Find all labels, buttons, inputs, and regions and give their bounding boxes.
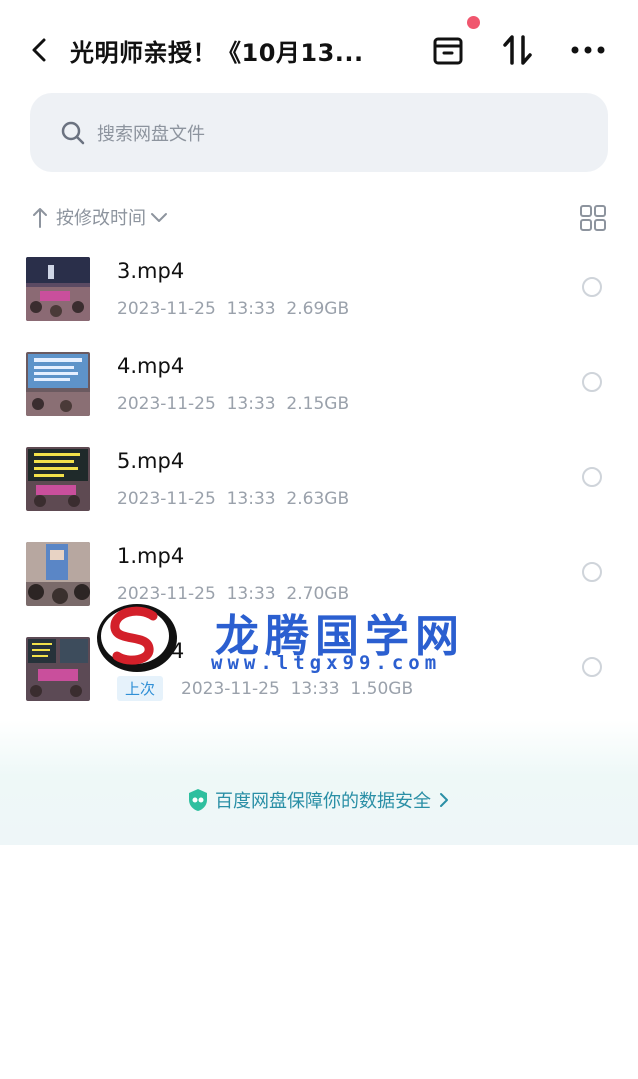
top-bar: 光明师亲授！《10月13... [0,0,638,100]
page-title: 光明师亲授！《10月13... [70,39,364,67]
grid-view-icon [580,205,606,231]
file-meta: 2023-11-25 13:33 2.69GB [117,299,350,319]
select-radio[interactable] [582,467,602,487]
transfer-button[interactable] [496,28,540,72]
notification-dot [467,16,480,29]
file-meta: 2023-11-25 13:33 2.63GB [117,489,350,509]
archive-button[interactable] [426,28,470,72]
video-thumbnail [26,257,90,321]
security-link[interactable]: 百度网盘保障你的数据安全 [0,787,638,813]
transfer-arrows-icon [503,35,532,65]
sort-selector[interactable]: 按修改时间 [30,202,170,232]
more-button[interactable] [566,28,610,72]
watermark-url: www.ltgx99.com [211,652,442,674]
file-name: 1.mp4 [117,544,185,568]
search-placeholder: 搜索网盘文件 [97,124,205,145]
search-icon [61,121,85,145]
footer-band [0,720,638,845]
chevron-down-icon [151,213,167,222]
file-name: 5.mp4 [117,449,185,473]
shield-icon [189,789,208,811]
sort-label: 按修改时间 [56,208,146,229]
list-item[interactable]: 3.mp4 2023-11-25 13:33 2.69GB [0,257,638,347]
video-thumbnail [26,352,90,416]
more-dots-icon [571,46,605,54]
list-item[interactable]: 4.mp4 2023-11-25 13:33 2.15GB [0,352,638,442]
select-radio[interactable] [582,372,602,392]
video-thumbnail [26,637,90,701]
video-thumbnail [26,542,90,606]
video-thumbnail [26,447,90,511]
file-name: 4.mp4 [117,354,185,378]
file-name: 3.mp4 [117,259,185,283]
list-item[interactable]: 5.mp4 2023-11-25 13:33 2.63GB [0,447,638,537]
file-meta: 2023-11-25 13:33 2.15GB [117,394,350,414]
search-input[interactable]: 搜索网盘文件 [30,93,608,172]
select-radio[interactable] [582,657,602,677]
chevron-right-icon [439,793,448,807]
watermark-logo [97,604,177,672]
security-text: 百度网盘保障你的数据安全 [215,791,431,812]
select-radio[interactable] [582,277,602,297]
file-meta: 2023-11-25 13:33 1.50GB [181,679,414,699]
last-viewed-badge: 上次 [117,676,164,701]
watermark: 龙腾国学网 www.ltgx99.com [95,598,515,678]
archive-box-icon [433,37,463,65]
back-button[interactable] [22,32,58,68]
grid-view-button[interactable] [578,203,608,233]
sort-arrow-up-icon [33,208,47,228]
chevron-left-icon [32,38,46,62]
select-radio[interactable] [582,562,602,582]
